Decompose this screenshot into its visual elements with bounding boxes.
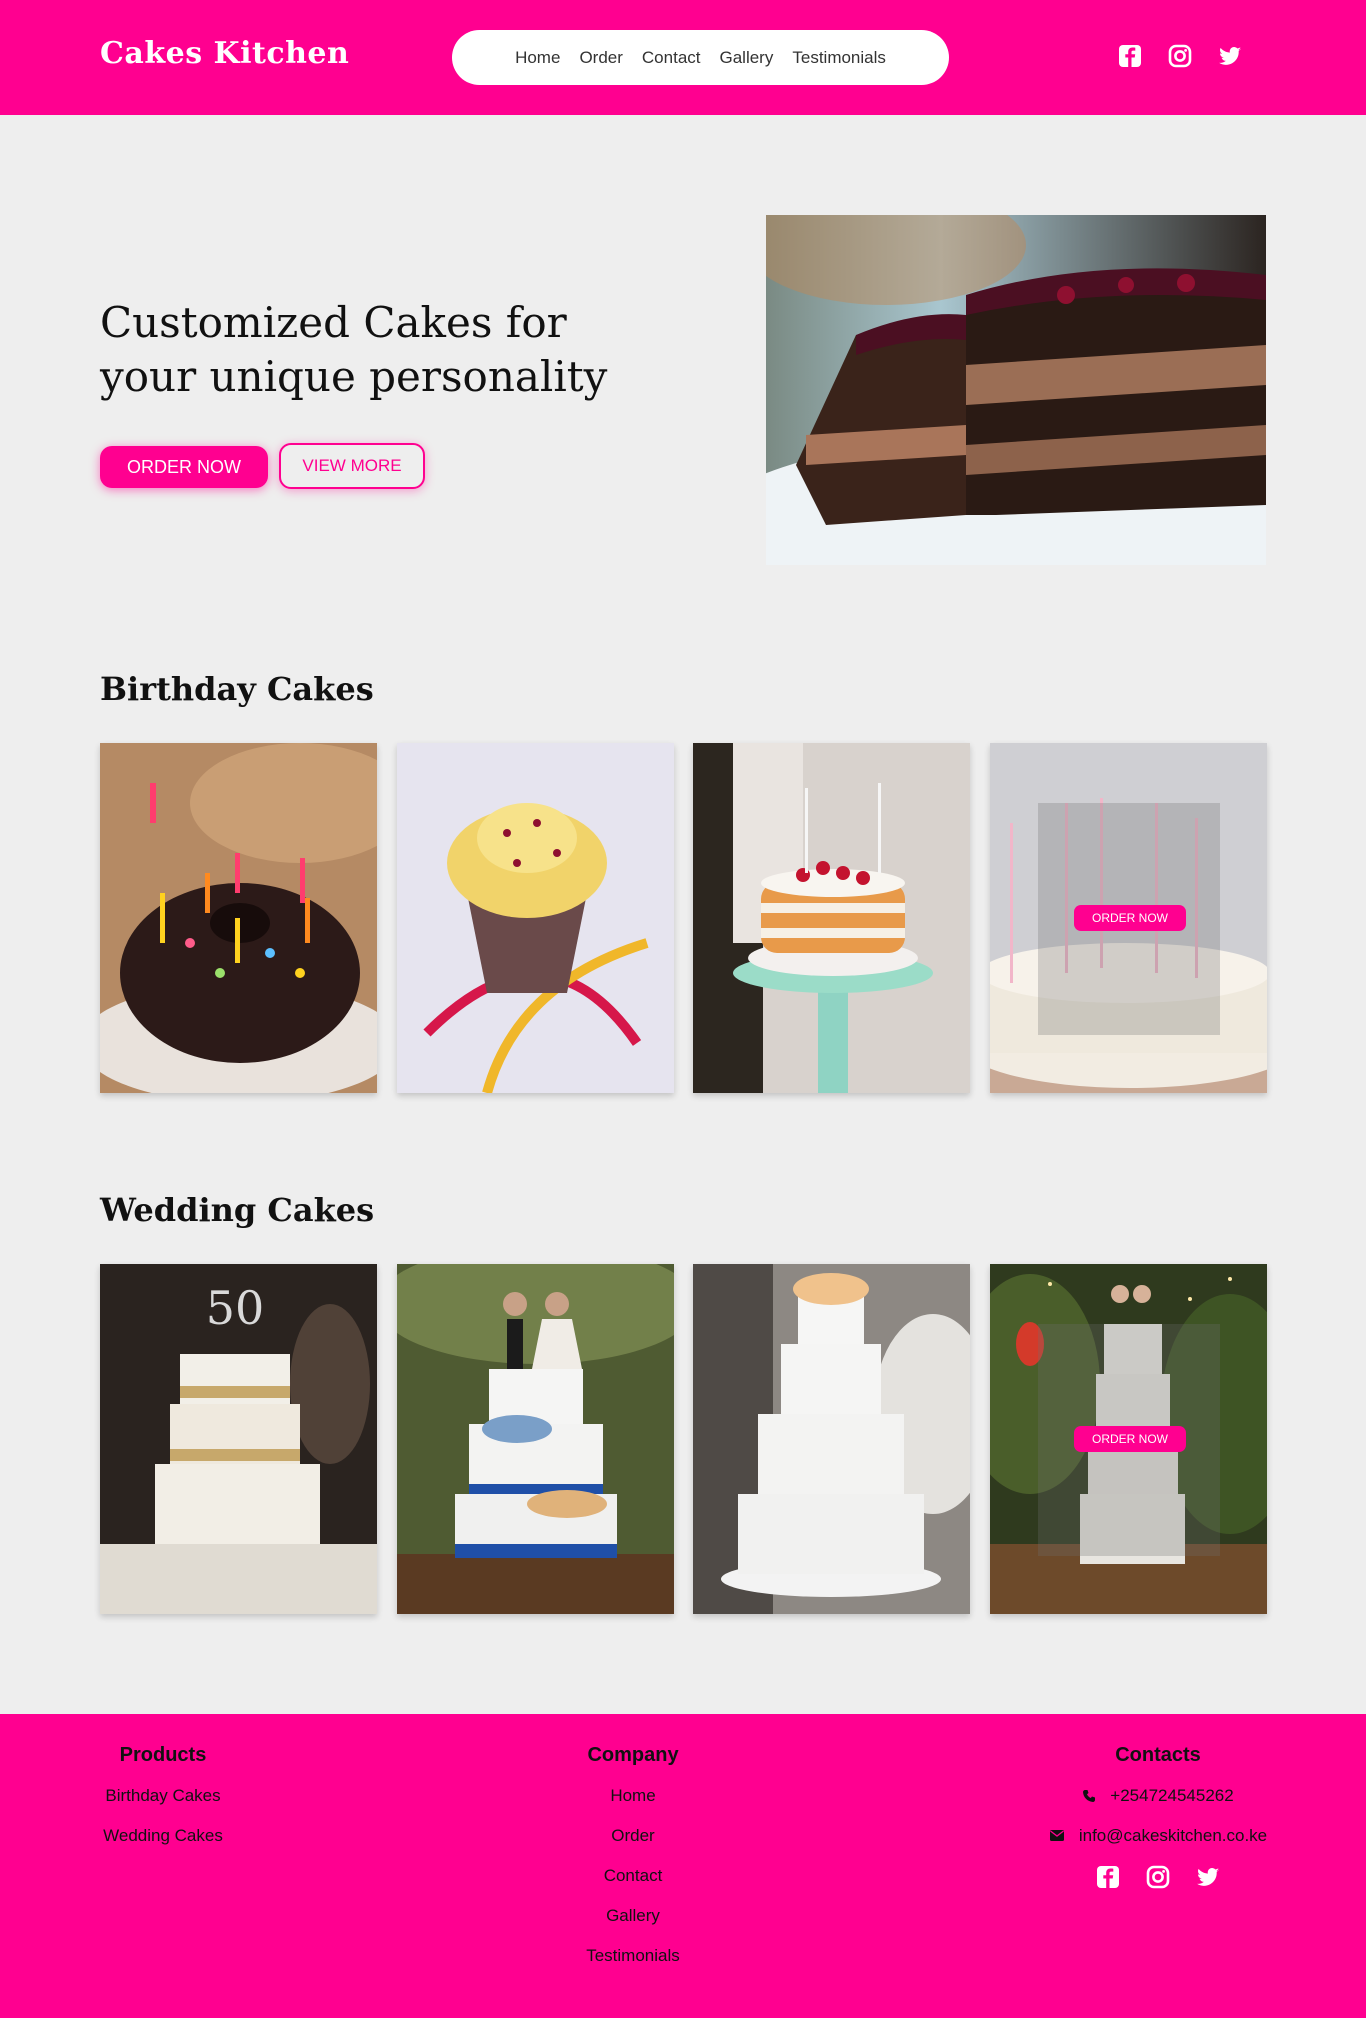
footer-link-testimonials[interactable]: Testimonials	[563, 1945, 703, 1966]
wedding-section-title: Wedding Cakes	[100, 1191, 375, 1229]
footer-link-home[interactable]: Home	[563, 1785, 703, 1806]
envelope-icon	[1049, 1830, 1064, 1841]
footer-company-column: Company Home Order Contact Gallery Testi…	[563, 1744, 703, 1985]
birthday-cake-card[interactable]	[693, 743, 970, 1093]
wedding-cake-card[interactable]: 50	[100, 1264, 377, 1614]
hero-cake-image	[766, 215, 1266, 565]
footer-phone-text: +254724545262	[1110, 1786, 1234, 1805]
site-header: Cakes Kitchen Home Order Contact Gallery…	[0, 0, 1366, 115]
wedding-cake-card[interactable]	[397, 1264, 674, 1614]
nav-item-gallery[interactable]: Gallery	[720, 48, 774, 68]
footer-link-contact[interactable]: Contact	[563, 1865, 703, 1886]
nav-item-contact[interactable]: Contact	[642, 48, 701, 68]
footer-contacts-title: Contacts	[1115, 1744, 1201, 1766]
footer-phone[interactable]: +254724545262	[1020, 1785, 1296, 1806]
nav-item-order[interactable]: Order	[579, 48, 622, 68]
facebook-icon[interactable]	[1094, 1863, 1122, 1891]
wedding-cake-card[interactable]	[693, 1264, 970, 1614]
order-now-button[interactable]: ORDER NOW	[100, 446, 268, 488]
phone-icon	[1083, 1789, 1096, 1802]
footer-link-wedding-cakes[interactable]: Wedding Cakes	[100, 1825, 226, 1846]
footer-email-text: info@cakeskitchen.co.ke	[1078, 1826, 1268, 1845]
birthday-cake-card-featured[interactable]: ORDER NOW	[990, 743, 1267, 1093]
figurine-cake-image	[397, 1264, 674, 1614]
footer-social-links	[1020, 1863, 1296, 1891]
instagram-icon[interactable]	[1144, 1863, 1172, 1891]
instagram-icon[interactable]	[1166, 42, 1194, 70]
brand-logo[interactable]: Cakes Kitchen	[100, 36, 349, 71]
footer-company-title: Company	[587, 1744, 679, 1766]
card-order-now-button[interactable]: ORDER NOW	[1074, 1426, 1186, 1452]
birthday-cake-card[interactable]	[397, 743, 674, 1093]
footer-email[interactable]: info@cakeskitchen.co.ke	[1020, 1825, 1296, 1846]
facebook-icon[interactable]	[1116, 42, 1144, 70]
birthday-cake-card[interactable]	[100, 743, 377, 1093]
anniversary-cake-image: 50	[100, 1264, 377, 1614]
main-nav: Home Order Contact Gallery Testimonials	[452, 30, 949, 85]
card-order-now-button[interactable]: ORDER NOW	[1074, 905, 1186, 931]
hero-title: Customized Cakes for your unique persona…	[100, 298, 608, 401]
ruffled-cake-image	[693, 1264, 970, 1614]
raspberry-cake-image	[693, 743, 970, 1093]
twitter-icon[interactable]	[1194, 1863, 1222, 1891]
twitter-icon[interactable]	[1216, 42, 1244, 70]
footer-products-title: Products	[119, 1744, 207, 1766]
site-footer: Products Birthday Cakes Wedding Cakes Co…	[0, 1714, 1366, 2018]
footer-link-birthday-cakes[interactable]: Birthday Cakes	[100, 1785, 226, 1806]
cupcake-image	[397, 743, 674, 1093]
footer-contacts-column: Contacts +254724545262 info@cakeskitchen…	[1020, 1744, 1296, 1891]
wedding-cake-card-featured[interactable]: ORDER NOW	[990, 1264, 1267, 1614]
footer-link-gallery[interactable]: Gallery	[563, 1905, 703, 1926]
anniversary-topper-icon: 50	[206, 1281, 265, 1335]
nav-item-testimonials[interactable]: Testimonials	[792, 48, 886, 68]
birthday-cake-image	[100, 743, 377, 1093]
footer-link-order[interactable]: Order	[563, 1825, 703, 1846]
footer-products-column: Products Birthday Cakes Wedding Cakes	[100, 1744, 226, 1865]
header-social-links	[1116, 42, 1244, 70]
birthday-section-title: Birthday Cakes	[100, 670, 374, 708]
nav-item-home[interactable]: Home	[515, 48, 560, 68]
view-more-button[interactable]: VIEW MORE	[279, 443, 425, 489]
